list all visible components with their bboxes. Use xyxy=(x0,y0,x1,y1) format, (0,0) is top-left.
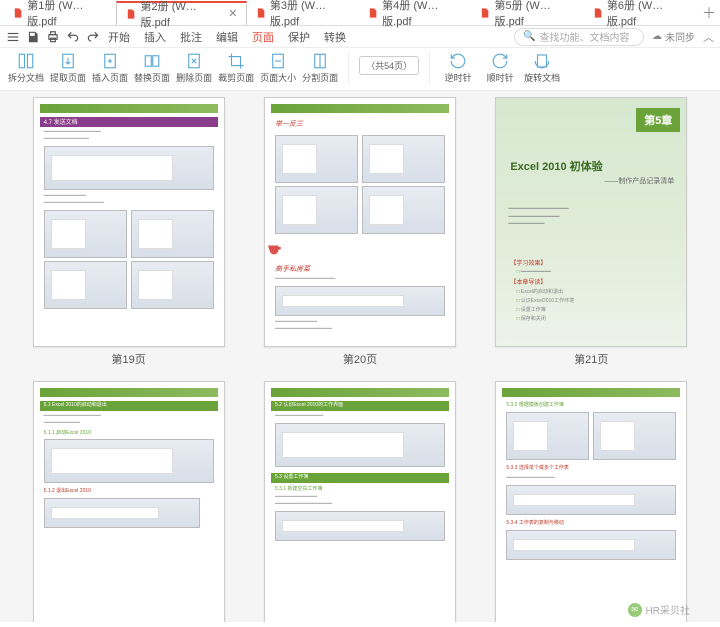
toolbar-label: 拆分文档 xyxy=(8,71,44,84)
delete-page-button[interactable]: 删除页面 xyxy=(176,52,212,84)
redo-icon[interactable] xyxy=(86,30,100,44)
tab-label: 第5册 (W…版.pdf xyxy=(495,0,575,29)
search-input[interactable]: 🔍 查找功能、文档内容 xyxy=(514,28,644,46)
tab-file-1[interactable]: 第1册 (W…版.pdf xyxy=(4,1,116,25)
save-icon[interactable] xyxy=(26,30,40,44)
page-thumb-21[interactable]: 第5章 Excel 2010 初体验 ——制作产品记录清单 ━━━━━━━━━━… xyxy=(487,97,696,367)
rotate-cw-button[interactable]: 顺时针 xyxy=(482,52,518,84)
chapter-subtitle: ——制作产品记录清单 xyxy=(604,176,674,186)
toolbar-label: 提取页面 xyxy=(50,71,86,84)
tab-file-5[interactable]: 第5册 (W…版.pdf xyxy=(471,1,583,25)
tab-file-3[interactable]: 第3册 (W…版.pdf xyxy=(247,1,359,25)
page-thumb-24[interactable]: 5.3.2 根据模板创建工作簿 5.3.3 选择单个或多个工作表 ━━━━━━━… xyxy=(487,381,696,622)
toolbar-label: 旋转文档 xyxy=(524,71,560,84)
rotate-doc-icon xyxy=(532,52,552,70)
menu-protect[interactable]: 保护 xyxy=(282,27,316,47)
tab-label: 第3册 (W…版.pdf xyxy=(270,0,350,29)
tab-bar: 第1册 (W…版.pdf 第2册 (W…版.pdf ✕ 第3册 (W…版.pdf… xyxy=(0,0,720,26)
toolbar-label: 替换页面 xyxy=(134,71,170,84)
tab-file-2[interactable]: 第2册 (W…版.pdf ✕ xyxy=(116,1,246,25)
pdf-icon xyxy=(255,7,266,19)
page-counter[interactable]: （共54页） xyxy=(359,56,419,75)
rotate-cw-icon xyxy=(490,52,510,70)
pdf-icon xyxy=(592,7,603,19)
sync-status[interactable]: ☁ 未同步 xyxy=(652,29,695,44)
replace-page-button[interactable]: 替换页面 xyxy=(134,52,170,84)
pdf-icon xyxy=(12,7,23,19)
page-thumb-19[interactable]: 4.7 发送文档 ━━━━━━━━━━━━━━━━━━━━━━━━━━━━━━━… xyxy=(24,97,233,367)
pdf-icon xyxy=(125,8,136,20)
page-size-button[interactable]: 页面大小 xyxy=(260,52,296,84)
crop-page-icon xyxy=(226,52,246,70)
toolbar-label: 页面大小 xyxy=(260,71,296,84)
rotate-ccw-icon xyxy=(448,52,468,70)
page-thumb-23[interactable]: 5.2 认识Excel 2010的工作界面 ━━━━━━━━━━━━━━━━ 5… xyxy=(255,381,464,622)
cloud-icon: ☁ xyxy=(652,31,662,42)
page-number-label: 第19页 xyxy=(112,351,146,367)
page-size-icon xyxy=(268,52,288,70)
menu-convert[interactable]: 转换 xyxy=(318,27,352,47)
tab-file-4[interactable]: 第4册 (W…版.pdf xyxy=(359,1,471,25)
rotate-doc-button[interactable]: 旋转文档 xyxy=(524,52,560,84)
print-icon[interactable] xyxy=(46,30,60,44)
chapter-title: Excel 2010 初体验 xyxy=(510,158,676,174)
watermark-label: HR采贝社 xyxy=(646,602,690,617)
menu-bar: 开始 插入 批注 编辑 页面 保护 转换 🔍 查找功能、文档内容 ☁ 未同步 ︿ xyxy=(0,26,720,48)
pdf-icon xyxy=(367,7,378,19)
delete-page-icon xyxy=(184,52,204,70)
page-thumb-20[interactable]: 举一反三 高手私房菜 ━━━━━━━━━━━━━━━━━━━━ ━━━━━━━━… xyxy=(255,97,464,367)
undo-icon[interactable] xyxy=(66,30,80,44)
menu-insert[interactable]: 插入 xyxy=(138,27,172,47)
sync-label: 未同步 xyxy=(665,29,695,44)
search-placeholder: 查找功能、文档内容 xyxy=(539,29,629,44)
crop-page-button[interactable]: 裁剪页面 xyxy=(218,52,254,84)
insert-page-button[interactable]: 插入页面 xyxy=(92,52,128,84)
tab-file-6[interactable]: 第6册 (W…版.pdf xyxy=(584,1,696,25)
rotate-ccw-button[interactable]: 逆时针 xyxy=(440,52,476,84)
extract-page-icon xyxy=(58,52,78,70)
pdf-icon xyxy=(479,7,490,19)
page-number-label: 第20页 xyxy=(343,351,377,367)
tab-label: 第4册 (W…版.pdf xyxy=(382,0,462,29)
menu-comment[interactable]: 批注 xyxy=(174,27,208,47)
cup-icon xyxy=(265,241,283,259)
toolbar-label: 删除页面 xyxy=(176,71,212,84)
toolbar: 拆分文档 提取页面 插入页面 替换页面 删除页面 裁剪页面 页面大小 分割页面 xyxy=(0,48,720,91)
extract-page-button[interactable]: 提取页面 xyxy=(50,52,86,84)
menu-edit[interactable]: 编辑 xyxy=(210,27,244,47)
page-thumb-22[interactable]: 5.1 Excel 2010的启动和退出 ━━━━━━━━━━━━━━━━━━━… xyxy=(24,381,233,622)
split-doc-icon xyxy=(16,52,36,70)
toolbar-label: 插入页面 xyxy=(92,71,128,84)
toolbar-label: 顺时针 xyxy=(487,71,514,84)
split-doc-button[interactable]: 拆分文档 xyxy=(8,52,44,84)
replace-page-icon xyxy=(142,52,162,70)
page-number-label: 第21页 xyxy=(574,351,608,367)
close-icon[interactable]: ✕ xyxy=(228,7,237,20)
toolbar-label: 裁剪页面 xyxy=(218,71,254,84)
chevron-up-icon[interactable]: ︿ xyxy=(703,29,714,45)
toolbar-label: 分割页面 xyxy=(302,71,338,84)
split-page-button[interactable]: 分割页面 xyxy=(302,52,338,84)
insert-page-icon xyxy=(100,52,120,70)
menu-hamburger-icon[interactable] xyxy=(6,30,20,44)
menu-page[interactable]: 页面 xyxy=(246,27,280,47)
menu-start[interactable]: 开始 xyxy=(102,27,136,47)
tab-label: 第1册 (W…版.pdf xyxy=(27,0,107,29)
tab-label: 第6册 (W…版.pdf xyxy=(607,0,687,29)
wechat-icon: ✉ xyxy=(628,603,642,617)
tab-label: 第2册 (W…版.pdf xyxy=(141,0,221,30)
thumbnail-grid-area[interactable]: 4.7 发送文档 ━━━━━━━━━━━━━━━━━━━━━━━━━━━━━━━… xyxy=(0,91,720,622)
add-tab-button[interactable]: ＋ xyxy=(702,3,716,23)
split-page-icon xyxy=(310,52,330,70)
chapter-number: 第5章 xyxy=(636,108,680,132)
watermark: ✉ HR采贝社 xyxy=(628,602,690,617)
toolbar-label: 逆时针 xyxy=(445,71,472,84)
